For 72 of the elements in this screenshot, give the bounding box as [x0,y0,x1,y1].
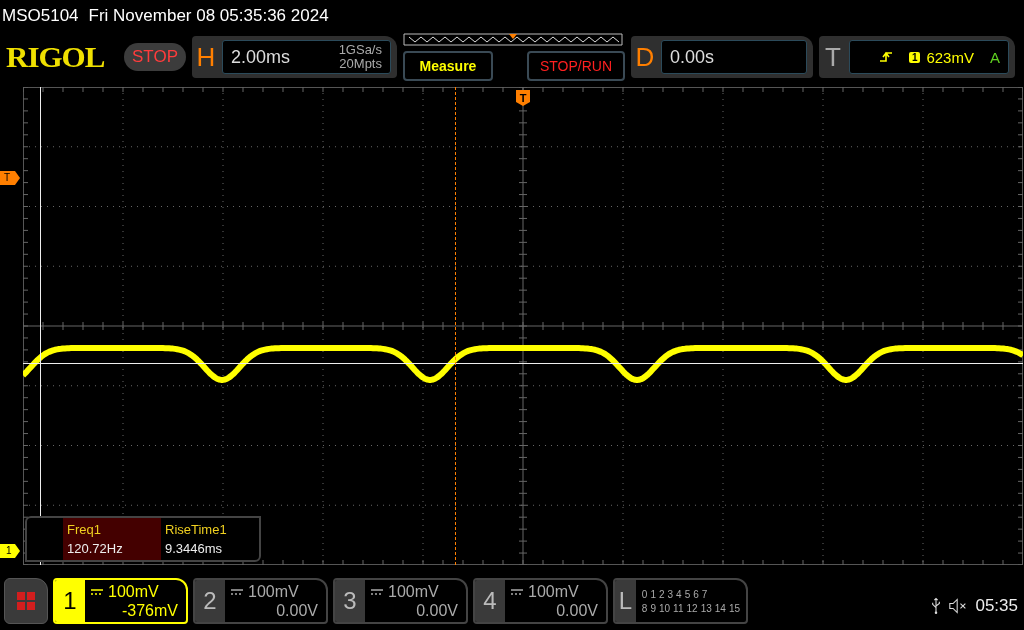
channel-number: 4 [475,580,505,622]
logic-bit: 5 [684,588,691,600]
stop-run-button[interactable]: STOP/RUN [527,51,625,81]
channel-scale: 100mV [528,582,579,601]
logic-bit: 8 [641,602,648,614]
trigger-panel[interactable]: T 1 623mV A [819,36,1015,78]
logic-bit: 6 [693,588,699,600]
channel-tab[interactable]: 4 100mV 0.00V [473,578,608,624]
measurement-item[interactable]: Freq1 120.72Hz [63,518,161,560]
channel-scale: 100mV [248,582,299,601]
channel-offset-marker[interactable]: 1 [0,544,20,558]
cursor-line[interactable] [40,87,41,565]
trigger-level: 623mV [926,48,974,66]
logic-bit: 14 [714,602,726,614]
channel-number: 1 [55,580,85,622]
clock-time: 05:35 [975,596,1018,616]
logic-bit: 4 [676,588,682,600]
logic-bit: 2 [659,588,665,600]
logic-bit: 3 [667,588,674,600]
delay-panel[interactable]: D 0.00s [631,36,813,78]
measure-button[interactable]: Measure [403,51,493,81]
memory-depth: 20Mpts [339,57,382,71]
logic-bit: 12 [686,602,698,614]
grid-menu-icon [16,591,36,611]
channel-scale: 100mV [108,582,159,601]
delay-value: 0.00s [670,46,716,68]
logic-bit: 10 [659,602,671,614]
date-time: Fri November 08 05:35:36 2024 [88,6,329,26]
trigger-source: 1 [908,51,921,63]
measurement-value: 9.3446ms [165,541,224,556]
channel-number: 3 [335,580,365,622]
sample-rate: 1GSa/s [338,43,382,57]
trigger-level-marker[interactable]: T [0,171,20,185]
logic-bit: 15 [728,602,740,614]
logic-bit: 11 [673,602,684,614]
model-name: MSO5104 [2,6,79,26]
logic-tab[interactable]: L 0 1 2 3 4 5 6 7 8 9 10 11 12 13 14 15 [613,578,748,624]
channel-scale: 100mV [388,582,439,601]
dc-coupling-icon [91,588,103,595]
channel-tab[interactable]: 1 100mV -376mV [53,578,188,624]
run-state-badge: STOP [124,43,186,71]
usb-icon [931,597,942,615]
logic-bit: 13 [700,602,712,614]
brand-logo: RIGOL [6,39,106,75]
channel-tab[interactable]: 3 100mV 0.00V [333,578,468,624]
menu-button[interactable] [4,578,48,624]
rising-edge-icon [878,50,893,64]
logic-bit: 0 [641,588,648,600]
measurement-name: RiseTime1 [165,522,228,537]
measurement-item[interactable]: RiseTime1 9.3446ms [161,518,259,560]
logic-bit: 9 [650,602,656,614]
measurement-name: Freq1 [67,522,102,537]
dc-coupling-icon [511,588,523,595]
dc-coupling-icon [231,588,243,595]
channel-offset: 0.00V [415,601,458,620]
dc-coupling-icon [371,588,383,595]
channel-tab[interactable]: 2 100mV 0.00V [193,578,328,624]
trigger-position-marker[interactable]: T [516,90,530,106]
logic-bit: 7 [701,588,708,600]
horizontal-label: H [196,41,216,73]
trigger-label: T [824,41,842,73]
channel-number: 2 [195,580,225,622]
delay-label: D [635,41,655,73]
channel-offset: 0.00V [555,601,598,620]
horizontal-panel[interactable]: H 2.00ms 1GSa/s 20Mpts [192,36,397,78]
timebase-value: 2.00ms [231,46,291,68]
measurement-value: 120.72Hz [67,541,124,556]
channel-offset: 0.00V [275,601,318,620]
logic-label: L [615,580,636,622]
channel-offset: -376mV [120,601,178,620]
trigger-mode: A [989,48,1000,66]
logic-bit: 1 [650,588,656,600]
